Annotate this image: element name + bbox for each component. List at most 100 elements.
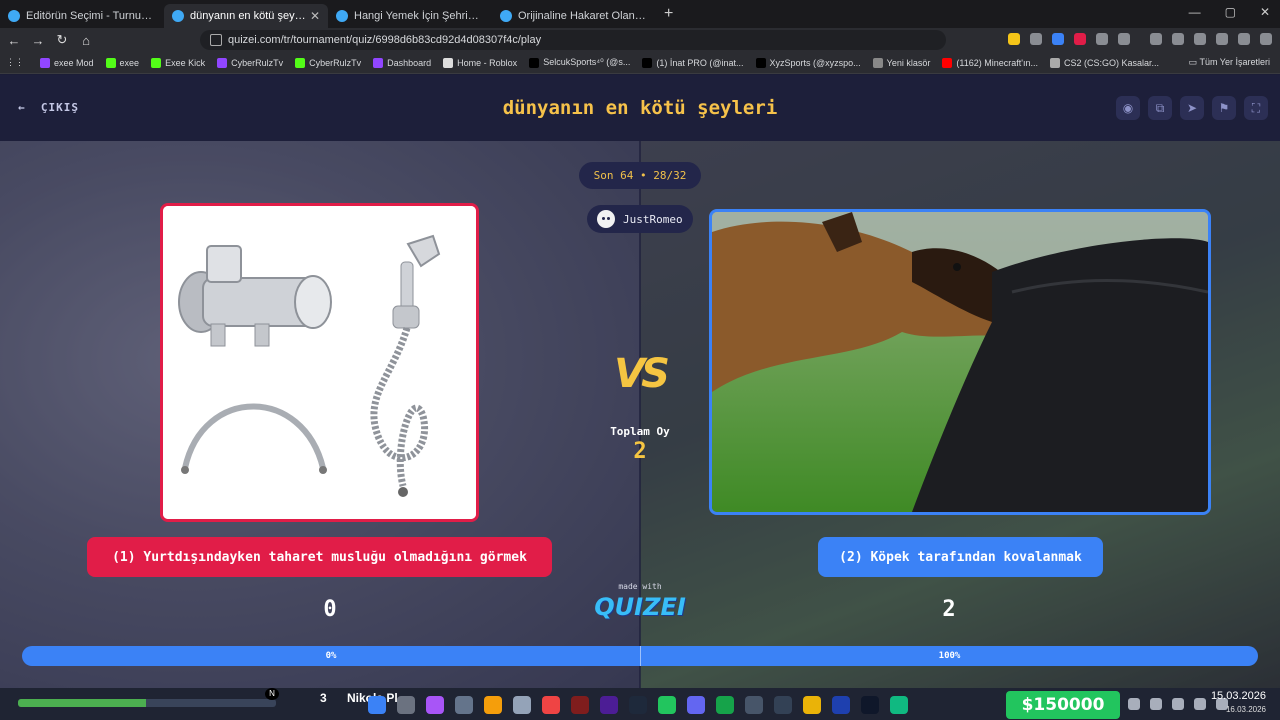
chevron-up-icon[interactable] — [1128, 698, 1140, 710]
bookmark-item[interactable]: Exee Kick — [151, 57, 206, 68]
avatar — [597, 210, 615, 228]
taskbar-apps — [368, 696, 908, 714]
browser-tab[interactable]: Hangi Yemek İçin Şehrine Gidersin? — [328, 4, 492, 28]
taskbar-widget-bar[interactable] — [18, 699, 276, 707]
home-icon[interactable]: ⌂ — [76, 33, 96, 48]
bookmark-item[interactable]: exee Mod — [40, 57, 94, 68]
app-icon[interactable] — [745, 696, 763, 714]
clock-date: 16.03.2026 — [1225, 705, 1266, 714]
bookmark-item[interactable]: Yeni klasör — [872, 57, 930, 68]
music-icon[interactable] — [1150, 33, 1162, 45]
steam-icon[interactable] — [629, 696, 647, 714]
shield-icon[interactable] — [1238, 33, 1250, 45]
bookmark-label: CyberRulzTv — [231, 57, 284, 68]
back-icon[interactable]: ← — [4, 33, 24, 48]
extension-icon[interactable] — [1030, 33, 1042, 45]
extension-icon[interactable] — [1118, 33, 1130, 45]
app-icon[interactable] — [513, 696, 531, 714]
extension-icon[interactable] — [1052, 33, 1064, 45]
app-icon[interactable] — [455, 696, 473, 714]
tab-label: Editörün Seçimi - Turnuva - Quizei — [26, 10, 156, 22]
eye-icon[interactable]: ◉ — [1116, 96, 1140, 120]
option-right-button[interactable]: (2) Köpek tarafından kovalanmak — [818, 537, 1103, 577]
twitch-icon — [373, 57, 384, 68]
x-icon — [755, 57, 766, 68]
user-badge: JustRomeo — [587, 205, 693, 233]
reload-icon[interactable]: ↻ — [52, 32, 72, 48]
bookmark-item[interactable]: exee — [105, 57, 139, 68]
bookmark-item[interactable]: CyberRulzTv — [217, 57, 284, 68]
minimize-icon[interactable]: — — [1189, 5, 1201, 19]
tab-label: Hangi Yemek İçin Şehrine Gidersin? — [354, 10, 484, 22]
share-icon[interactable]: ➤ — [1180, 96, 1204, 120]
extension-icon[interactable] — [1074, 33, 1086, 45]
close-tab-icon[interactable]: ✕ — [310, 9, 320, 23]
app-tray-icon[interactable] — [1150, 698, 1162, 710]
app-icon[interactable] — [832, 696, 850, 714]
brave-icon[interactable] — [542, 696, 560, 714]
close-window-icon[interactable]: ✕ — [1260, 5, 1270, 19]
browser-tab-active[interactable]: dünyanın en kötü şeyleri - Tier L ✕ — [164, 4, 328, 28]
browser-tab[interactable]: Orijinaline Hakaret Olan Yemek - Tier — [492, 4, 656, 28]
menu-icon[interactable] — [1260, 33, 1272, 45]
bookmark-label: CyberRulzTv — [309, 57, 362, 68]
bookmark-item[interactable]: (1162) Minecraft'ın... — [942, 57, 1038, 68]
new-tab-icon[interactable]: + — [664, 5, 673, 23]
bookmark-item[interactable]: CS2 (CS:GO) Kasalar... — [1049, 57, 1159, 68]
sidebar-icon[interactable] — [1172, 33, 1184, 45]
microphone-icon[interactable] — [1172, 698, 1184, 710]
start-icon[interactable] — [368, 696, 386, 714]
bookmark-label: Exee Kick — [165, 57, 206, 68]
vote-progress-bar: 0% 100% — [22, 646, 1258, 666]
bookmark-item[interactable]: SelcukSports⁴⁰ (@s... — [529, 57, 630, 68]
bookmark-item[interactable]: Dashboard — [373, 57, 431, 68]
flag-icon[interactable]: ⚑ — [1212, 96, 1236, 120]
extensions-area — [1008, 33, 1272, 45]
all-bookmarks[interactable]: ▭ Tüm Yer İşaretleri — [1189, 57, 1270, 68]
quizei-logo[interactable]: QUIZEI — [590, 593, 690, 621]
taskbar: N 3 Nikola Pl $150000 15.03.2026 16.03.2… — [0, 688, 1280, 720]
copy-icon[interactable]: ⧉ — [1148, 96, 1172, 120]
address-bar: ← → ↻ ⌂ ☐ quizei.com/tr/tournament/quiz/… — [0, 28, 1280, 52]
bookmark-item[interactable]: (1) İnat PRO (@inat... — [642, 57, 744, 68]
fullscreen-icon[interactable]: ⛶ — [1244, 96, 1268, 120]
app-icon[interactable] — [890, 696, 908, 714]
apps-icon[interactable]: ⋮⋮ — [6, 57, 24, 68]
app-icon[interactable] — [803, 696, 821, 714]
discord-icon[interactable] — [687, 696, 705, 714]
search-icon[interactable] — [397, 696, 415, 714]
option-left-card[interactable] — [160, 203, 479, 522]
download-icon[interactable] — [1216, 33, 1228, 45]
total-votes-label: Toplam Oy — [610, 425, 670, 438]
faucet-and-hose-image — [163, 206, 476, 519]
option-left-button[interactable]: (1) Yurtdışındayken taharet musluğu olma… — [87, 537, 552, 577]
maximize-icon[interactable]: ▢ — [1225, 5, 1236, 19]
steam-icon[interactable] — [861, 696, 879, 714]
bookmark-item[interactable]: XyzSports (@xyzspo... — [755, 57, 861, 68]
clock[interactable]: 15.03.2026 16.03.2026 — [1211, 690, 1266, 716]
wallet-icon[interactable] — [1194, 33, 1206, 45]
spotify-icon[interactable] — [716, 696, 734, 714]
browser-tab[interactable]: Editörün Seçimi - Turnuva - Quizei — [0, 4, 164, 28]
puzzle-icon[interactable] — [1096, 33, 1108, 45]
extension-icon[interactable] — [1008, 33, 1020, 45]
bookmark-label: CS2 (CS:GO) Kasalar... — [1063, 57, 1159, 68]
app-icon[interactable] — [774, 696, 792, 714]
option-right-card[interactable] — [709, 209, 1211, 515]
url-input[interactable]: quizei.com/tr/tournament/quiz/6998d6b83c… — [200, 30, 946, 50]
header-tools: ◉ ⧉ ➤ ⚑ ⛶ — [1116, 96, 1268, 120]
app-icon[interactable] — [571, 696, 589, 714]
bookmark-label: (1162) Minecraft'ın... — [956, 57, 1038, 68]
chrome-icon[interactable] — [658, 696, 676, 714]
app-icon[interactable] — [600, 696, 618, 714]
display-icon[interactable] — [1194, 698, 1206, 710]
bookmark-item[interactable]: Home - Roblox — [443, 57, 518, 68]
site-info-icon[interactable] — [210, 34, 222, 46]
bookmark-label: exee Mod — [54, 57, 94, 68]
forward-icon[interactable]: → — [28, 33, 48, 48]
bookmark-item[interactable]: CyberRulzTv — [295, 57, 362, 68]
app-icon[interactable] — [426, 696, 444, 714]
x-icon — [642, 57, 653, 68]
folder-icon[interactable] — [484, 696, 502, 714]
bookmark-label: Home - Roblox — [457, 57, 518, 68]
